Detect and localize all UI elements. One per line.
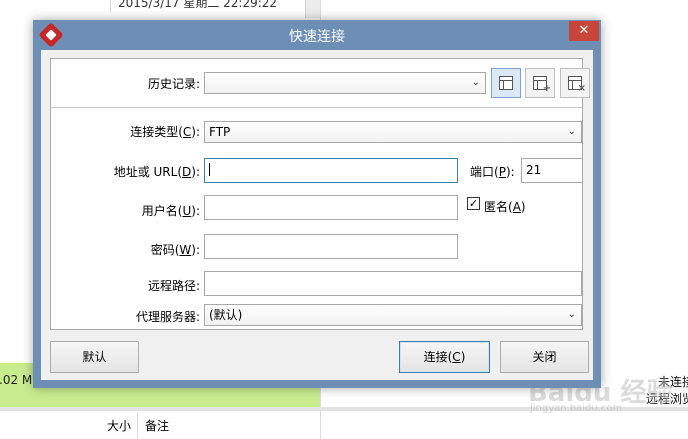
remote-path-input[interactable] bbox=[204, 271, 582, 296]
delete-icon: × bbox=[577, 83, 586, 94]
username-input[interactable] bbox=[204, 195, 458, 220]
delete-history-button[interactable]: × bbox=[560, 68, 590, 98]
password-label: 密码(W): bbox=[150, 243, 200, 257]
history-manager-button[interactable] bbox=[491, 68, 521, 98]
default-button[interactable]: 默认 bbox=[50, 341, 139, 373]
close-button[interactable]: 关闭 bbox=[500, 341, 589, 373]
anonymous-checkbox[interactable]: ✓ bbox=[467, 197, 480, 210]
connection-type-value: FTP bbox=[209, 125, 231, 139]
dialog-body: 历史记录: ⌄ + × 连接类型(C): FTP ⌄ 地址或 URL(D): 端… bbox=[41, 50, 593, 380]
background-scrollbar[interactable] bbox=[305, 0, 320, 18]
proxy-value: (默认) bbox=[209, 308, 243, 322]
connection-type-select[interactable]: FTP ⌄ bbox=[204, 121, 582, 143]
remote-path-label: 远程路径: bbox=[147, 279, 200, 293]
close-icon: ✕ bbox=[578, 23, 590, 38]
port-label: 端口(P): bbox=[470, 165, 515, 179]
port-input[interactable]: 21 bbox=[521, 158, 583, 183]
background-date-text: 2015/3/17 星期二 22:29:22 bbox=[118, 0, 278, 10]
plus-icon: + bbox=[542, 83, 551, 94]
address-input[interactable] bbox=[204, 158, 458, 183]
close-window-button[interactable]: ✕ bbox=[569, 21, 599, 41]
history-select[interactable]: ⌄ bbox=[204, 72, 486, 94]
connect-button[interactable]: 连接(C) bbox=[399, 341, 490, 373]
proxy-label: 代理服务器: bbox=[135, 310, 200, 324]
watermark-url: jingyan.baidu.com bbox=[530, 403, 623, 414]
dialog-titlebar[interactable]: 快速连接 ✕ bbox=[33, 20, 601, 50]
column-header-note[interactable]: 备注 bbox=[145, 417, 169, 434]
chevron-down-icon: ⌄ bbox=[567, 309, 576, 320]
window-layout-icon bbox=[499, 76, 513, 90]
add-history-button[interactable]: + bbox=[525, 68, 555, 98]
anonymous-label[interactable]: 匿名(A) bbox=[484, 198, 526, 215]
column-header-size[interactable]: 大小 bbox=[107, 417, 131, 434]
address-label: 地址或 URL(D): bbox=[113, 165, 200, 179]
dialog-title: 快速连接 bbox=[289, 29, 345, 45]
password-input[interactable] bbox=[204, 234, 458, 259]
connection-type-label: 连接类型(C): bbox=[130, 125, 200, 139]
proxy-select[interactable]: (默认) ⌄ bbox=[204, 304, 582, 326]
chevron-down-icon: ⌄ bbox=[567, 126, 576, 137]
text-caret bbox=[209, 163, 210, 176]
background-progress-text: .02 M bbox=[0, 373, 33, 387]
username-label: 用户名(U): bbox=[141, 204, 200, 218]
history-label: 历史记录: bbox=[147, 77, 200, 91]
chevron-down-icon: ⌄ bbox=[471, 77, 480, 88]
connection-settings-panel: 历史记录: ⌄ + × 连接类型(C): FTP ⌄ 地址或 URL(D): 端… bbox=[50, 58, 590, 330]
history-separator bbox=[51, 107, 582, 108]
quick-connect-dialog: 快速连接 ✕ 历史记录: ⌄ + × 连接类型(C): FTP ⌄ 地址或 UR… bbox=[33, 20, 601, 388]
column-separator[interactable] bbox=[137, 413, 138, 439]
